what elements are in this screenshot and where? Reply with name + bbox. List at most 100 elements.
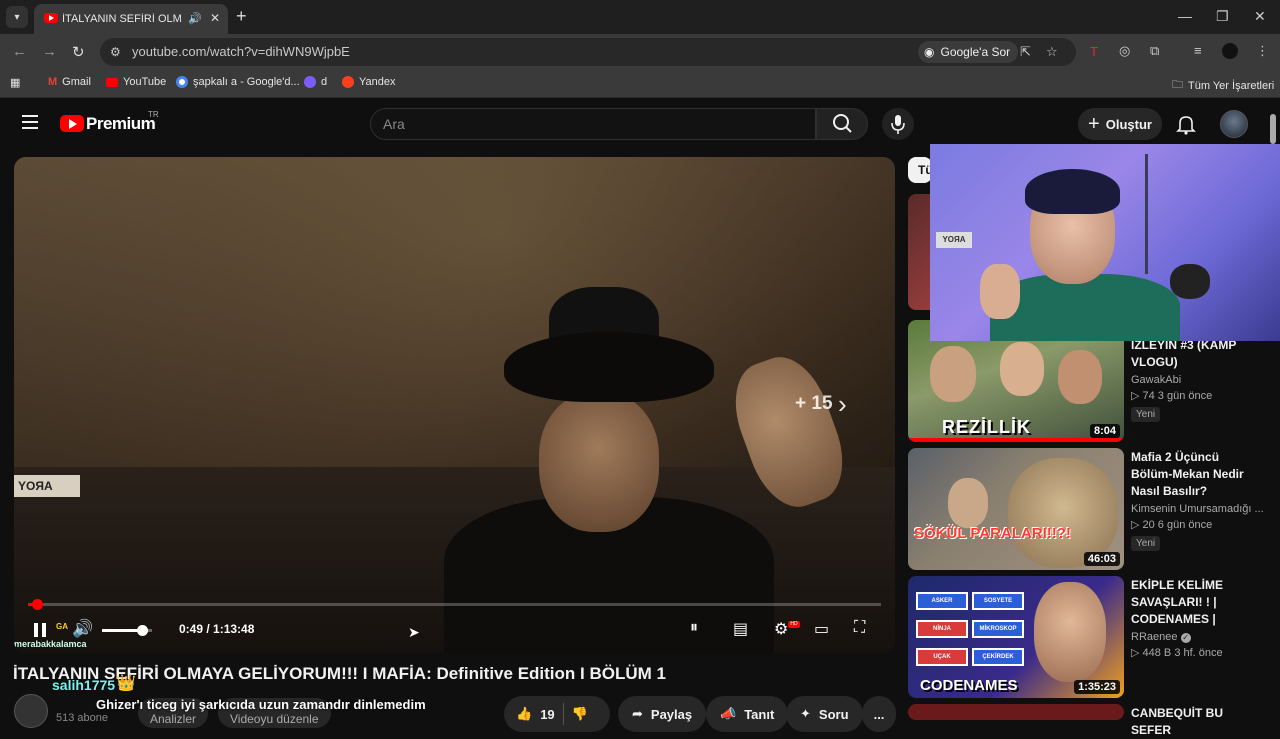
extension-translate-icon[interactable]: T — [1090, 44, 1098, 59]
verified-icon: ✓ — [1180, 633, 1191, 643]
volume-knob[interactable] — [137, 625, 148, 636]
new-badge: Yeni — [1131, 407, 1161, 422]
close-window-icon[interactable]: ✕ — [1254, 8, 1266, 25]
microphone-icon — [891, 115, 905, 134]
video-title: İTALYANIN SEFİRİ OLMAYA GELİYORUM!!! I M… — [13, 664, 666, 683]
speaker-icon[interactable]: 🔊 — [188, 12, 202, 25]
subscriber-count: 513 abone — [56, 712, 108, 724]
ask-google-button[interactable]: ◉ Google'a Sor — [918, 41, 1019, 63]
omnibox[interactable]: ⚙ youtube.com/watch?v=dihWN9WjpbE ◉ Goog… — [100, 38, 1076, 66]
site-info-icon[interactable]: ⚙ — [110, 45, 121, 59]
apps-grid-icon[interactable]: ▦ — [10, 76, 20, 89]
volume-icon[interactable]: 🔊 — [72, 619, 93, 639]
bookmark-youtube[interactable]: YouTube — [106, 76, 166, 88]
settings-gear-icon[interactable]: ⚙ — [774, 619, 788, 639]
extensions-puzzle-icon[interactable]: ⧉ — [1150, 43, 1159, 59]
video-player[interactable]: YOЯA + 15 › GA 🔊 0:49 / 1:13:48 merabakk… — [14, 157, 895, 653]
autoplay-toggle-icon[interactable]: ⏸ — [690, 619, 698, 637]
youtube-favicon-icon — [44, 13, 58, 23]
bookmark-d[interactable]: d — [304, 76, 327, 88]
video-stats: ▷ 20 6 gün önce — [1131, 519, 1213, 531]
pause-icon[interactable] — [32, 621, 50, 639]
browser-menu-icon[interactable]: ⋮ — [1256, 43, 1269, 59]
fullscreen-icon[interactable]: ⛶ — [854, 619, 865, 637]
video-title[interactable]: CANBEQUİT BU SEFER — [1131, 705, 1263, 739]
notifications-bell-icon[interactable] — [1174, 112, 1198, 136]
new-tab-button[interactable]: + — [236, 7, 247, 25]
profile-icon[interactable] — [1222, 43, 1238, 59]
progress-bar[interactable] — [28, 599, 881, 610]
video-stats: ▷ 74 3 gün önce — [1131, 390, 1213, 402]
all-bookmarks-label: Tüm Yer İşaretleri — [1188, 79, 1275, 92]
filter-chip-all[interactable]: Tümü — [908, 157, 932, 183]
webcam-poster: YOЯA — [936, 232, 972, 248]
search-placeholder: Ara — [383, 116, 405, 132]
channel-name[interactable]: RRaenee ✓ — [1131, 631, 1263, 643]
account-avatar[interactable] — [1220, 110, 1248, 138]
hamburger-menu-icon[interactable] — [22, 115, 38, 129]
video-thumbnail[interactable] — [908, 704, 1124, 720]
chat-username: salih1775 — [52, 677, 116, 693]
youtube-logo-icon[interactable] — [60, 115, 84, 132]
plus-icon: + — [1088, 112, 1100, 135]
browser-tab[interactable]: İTALYANIN SEFİRİ OLMAYA 🔊 ✕ — [34, 4, 228, 34]
channel-avatar[interactable] — [14, 694, 48, 728]
search-button[interactable] — [816, 108, 868, 140]
bookmark-label: Gmail — [62, 76, 91, 88]
gmail-icon: M — [48, 76, 58, 88]
bookmark-label: d — [321, 76, 328, 88]
ask-button[interactable]: ✦ Soru — [786, 696, 863, 732]
more-actions-button[interactable]: ... — [862, 696, 896, 732]
maximize-icon[interactable]: ❐ — [1216, 8, 1229, 25]
folder-icon: 🗀 — [1172, 79, 1183, 91]
video-title[interactable]: Mafia 2 Üçüncü Bölüm-Mekan Nedir Nasıl B… — [1131, 449, 1263, 500]
time-display: 0:49 / 1:13:48 — [179, 622, 255, 636]
ask-google-label: Google'a Sor — [940, 45, 1011, 59]
minimize-icon[interactable]: — — [1178, 8, 1192, 24]
subtitles-icon[interactable]: ▤ — [733, 619, 748, 639]
video-thumbnail[interactable]: ASKER SOSYETE NİNJA MİKROSKOP UÇAK ÇEKİR… — [908, 576, 1124, 698]
bookmark-gmail[interactable]: M Gmail — [48, 76, 91, 88]
channel-name[interactable]: GawakAbi — [1131, 374, 1263, 386]
skip-forward-icon[interactable]: › — [838, 389, 847, 420]
promote-button[interactable]: 📣 Tanıt — [706, 696, 789, 732]
video-thumbnail[interactable]: SÖKÜL PARALARI!!?! 46:03 — [908, 448, 1124, 570]
bookmark-label: YouTube — [123, 76, 167, 88]
video-meta[interactable]: EKİPLE KELİME SAVAŞLARI! ! | CODENAMES |… — [1131, 577, 1263, 659]
video-title[interactable]: EKİPLE KELİME SAVAŞLARI! ! | CODENAMES | — [1131, 577, 1263, 628]
edit-video-label: Videoyu düzenle — [230, 712, 319, 726]
media-controls-icon[interactable]: ≡ — [1194, 43, 1202, 58]
bookmark-yandex[interactable]: Yandex — [342, 76, 396, 88]
bookmark-star-icon[interactable]: ☆ — [1046, 44, 1058, 60]
volume-slider[interactable] — [102, 625, 152, 636]
channel-name[interactable]: Kimsenin Umursamadığı ... — [1131, 503, 1263, 515]
analytics-label: Analizler — [150, 712, 197, 726]
all-bookmarks[interactable]: 🗀 Tüm Yer İşaretleri — [1172, 76, 1274, 95]
video-duration: 1:35:23 — [1074, 680, 1120, 694]
reload-icon[interactable]: ↻ — [72, 43, 85, 61]
wall-sign: YOЯA — [14, 475, 80, 497]
video-meta[interactable]: İZLEYİN #3 (KAMP VLOGU) GawakAbi ▷ 74 3 … — [1131, 337, 1263, 422]
video-meta[interactable]: Mafia 2 Üçüncü Bölüm-Mekan Nedir Nasıl B… — [1131, 449, 1263, 551]
create-button[interactable]: + Oluştur — [1078, 108, 1162, 140]
forward-icon[interactable]: → — [42, 43, 57, 60]
address-bar-row: ← → ↻ ⚙ youtube.com/watch?v=dihWN9WjpbE … — [0, 34, 1280, 70]
country-code: TR — [148, 110, 159, 119]
install-app-icon[interactable]: ⇱ — [1020, 44, 1031, 60]
voice-search-button[interactable] — [882, 108, 914, 140]
url-text[interactable]: youtube.com/watch?v=dihWN9WjpbE — [132, 44, 350, 59]
like-dislike-group: 👍 19 👎 — [504, 696, 610, 732]
tab-search-button[interactable]: ▾ — [6, 6, 28, 28]
channel-label: RRaenee — [1131, 631, 1178, 643]
share-button[interactable]: ➦ Paylaş — [618, 696, 707, 732]
bookmark-google[interactable]: şapkalı a - Google'd... — [176, 76, 300, 88]
close-tab-icon[interactable]: ✕ — [210, 11, 220, 25]
search-input[interactable]: Ara — [370, 108, 816, 140]
codenames-card: NİNJA — [916, 620, 968, 638]
extension-icon[interactable]: ◎ — [1119, 43, 1130, 59]
video-title[interactable]: İZLEYİN #3 (KAMP VLOGU) — [1131, 337, 1263, 371]
youtube-brand[interactable]: Premium — [86, 114, 156, 134]
video-meta[interactable]: CANBEQUİT BU SEFER — [1131, 705, 1263, 739]
back-icon[interactable]: ← — [12, 43, 27, 60]
theater-mode-icon[interactable]: ▭ — [814, 619, 829, 639]
